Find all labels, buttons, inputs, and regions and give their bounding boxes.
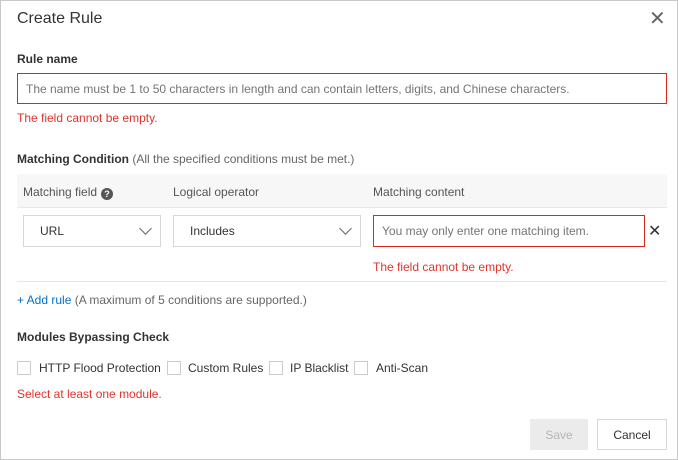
condition-table-header [17,174,667,208]
column-logical-operator: Logical operator [173,185,260,199]
modules-error: Select at least one module. [17,387,162,401]
checkbox-label[interactable]: IP Blacklist [290,361,348,375]
matching-content-error: The field cannot be empty. [373,260,514,274]
column-matching-content: Matching content [373,185,465,199]
column-label: Matching field [23,185,98,199]
matching-condition-heading: Matching Condition (All the specified co… [17,152,354,166]
matching-content-input[interactable] [373,215,645,247]
chevron-down-icon [339,222,352,235]
help-icon[interactable]: ? [101,188,114,200]
checkbox-custom-rules[interactable] [167,361,181,375]
checkbox-label[interactable]: Anti-Scan [376,361,428,375]
cancel-button[interactable]: Cancel [597,419,667,450]
checkbox-http-flood[interactable] [17,361,31,375]
select-value: Includes [190,224,235,238]
rule-name-input[interactable] [17,73,667,104]
divider [17,281,667,282]
checkbox-anti-scan[interactable] [354,361,368,375]
add-rule-row: + Add rule (A maximum of 5 conditions ar… [17,293,307,307]
remove-condition-icon[interactable]: ✕ [648,221,661,241]
checkbox-ip-blacklist[interactable] [269,361,283,375]
dialog-title: Create Rule [17,10,103,27]
add-rule-hint: (A maximum of 5 conditions are supported… [74,293,307,307]
checkbox-label[interactable]: HTTP Flood Protection [39,361,161,375]
logical-operator-select[interactable]: Includes [173,215,361,247]
chevron-down-icon [139,222,152,235]
save-button[interactable]: Save [530,419,588,450]
matching-condition-hint: (All the specified conditions must be me… [132,152,355,166]
add-rule-link[interactable]: + Add rule [17,293,71,307]
matching-field-select[interactable]: URL [23,215,161,247]
rule-name-error: The field cannot be empty. [17,111,158,125]
create-rule-dialog: Create Rule ✕ Rule name The field cannot… [0,0,678,460]
close-icon[interactable]: ✕ [649,9,666,29]
column-matching-field: Matching field? [23,185,114,200]
checkbox-label[interactable]: Custom Rules [188,361,263,375]
rule-name-label: Rule name [17,52,78,66]
matching-condition-label: Matching Condition [17,152,129,166]
modules-label: Modules Bypassing Check [17,330,170,344]
select-value: URL [40,224,65,238]
